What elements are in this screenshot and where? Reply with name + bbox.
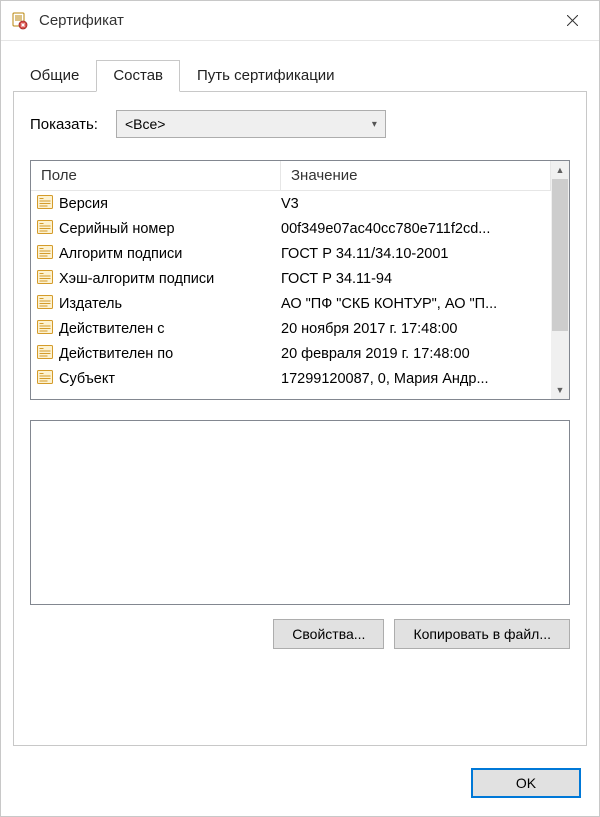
ok-button[interactable]: OK <box>471 768 581 798</box>
field-name: Версия <box>59 196 108 212</box>
list-row[interactable]: Хэш-алгоритм подписи ГОСТ Р 34.11-94 <box>31 266 551 291</box>
cell-field: Серийный номер <box>31 220 281 238</box>
chevron-down-icon: ▾ <box>372 119 377 130</box>
cell-value: АО "ПФ "СКБ КОНТУР", АО "П... <box>281 296 551 312</box>
tab-strip: Общие Состав Путь сертификации <box>13 59 587 92</box>
field-name: Действителен с <box>59 321 165 337</box>
field-row-icon <box>37 320 53 338</box>
field-name: Хэш-алгоритм подписи <box>59 271 214 287</box>
filter-row: Показать: <Все> ▾ <box>30 110 570 138</box>
scroll-thumb[interactable] <box>552 179 568 331</box>
scroll-down-button[interactable]: ▼ <box>551 381 569 399</box>
field-name: Издатель <box>59 296 122 312</box>
cell-field: Хэш-алгоритм подписи <box>31 270 281 288</box>
list-row[interactable]: Издатель АО "ПФ "СКБ КОНТУР", АО "П... <box>31 291 551 316</box>
field-row-icon <box>37 370 53 388</box>
window-title: Сертификат <box>39 12 549 29</box>
list-row[interactable]: Субъект 17299120087, 0, Мария Андр... <box>31 366 551 391</box>
cell-value: V3 <box>281 196 551 212</box>
tab-cert-path[interactable]: Путь сертификации <box>180 60 352 92</box>
field-row-icon <box>37 195 53 213</box>
field-row-icon <box>37 245 53 263</box>
field-row-icon <box>37 270 53 288</box>
field-name: Серийный номер <box>59 221 175 237</box>
cell-value: 00f349e07ac40cc780e711f2cd... <box>281 221 551 237</box>
field-row-icon <box>37 345 53 363</box>
certificate-dialog: Сертификат Общие Состав Путь сертификаци… <box>0 0 600 817</box>
cell-field: Версия <box>31 195 281 213</box>
col-header-value[interactable]: Значение <box>281 161 551 191</box>
copy-to-file-button[interactable]: Копировать в файл... <box>394 619 570 649</box>
filter-label: Показать: <box>30 116 98 133</box>
col-header-field[interactable]: Поле <box>31 161 281 191</box>
fields-listview: Поле Значение Версия V3 Серийный номер 00f3… <box>30 160 570 400</box>
scroll-up-button[interactable]: ▲ <box>551 161 569 179</box>
field-name: Субъект <box>59 371 115 387</box>
cell-field: Издатель <box>31 295 281 313</box>
field-name: Действителен по <box>59 346 173 362</box>
listview-body: Версия V3 Серийный номер 00f349e07ac40cc780… <box>31 191 551 399</box>
filter-select[interactable]: <Все> ▾ <box>116 110 386 138</box>
field-row-icon <box>37 220 53 238</box>
close-button[interactable] <box>549 5 595 37</box>
cell-field: Алгоритм подписи <box>31 245 281 263</box>
cell-field: Действителен по <box>31 345 281 363</box>
cell-value: ГОСТ Р 34.11/34.10-2001 <box>281 246 551 262</box>
button-row: Свойства... Копировать в файл... <box>30 619 570 649</box>
filter-value: <Все> <box>125 116 165 132</box>
cell-value: 17299120087, 0, Мария Андр... <box>281 371 551 387</box>
tab-general[interactable]: Общие <box>13 60 96 92</box>
cell-value: 20 февраля 2019 г. 17:48:00 <box>281 346 551 362</box>
certificate-icon <box>11 12 29 30</box>
cell-field: Действителен с <box>31 320 281 338</box>
dialog-footer: OK <box>1 756 599 816</box>
scroll-track[interactable] <box>551 179 569 381</box>
listview-header: Поле Значение <box>31 161 551 191</box>
titlebar: Сертификат <box>1 1 599 41</box>
properties-button[interactable]: Свойства... <box>273 619 384 649</box>
tab-details[interactable]: Состав <box>96 60 180 92</box>
cell-value: 20 ноября 2017 г. 17:48:00 <box>281 321 551 337</box>
list-row[interactable]: Алгоритм подписи ГОСТ Р 34.11/34.10-2001 <box>31 241 551 266</box>
cell-field: Субъект <box>31 370 281 388</box>
field-name: Алгоритм подписи <box>59 246 182 262</box>
list-row[interactable]: Действителен с 20 ноября 2017 г. 17:48:00 <box>31 316 551 341</box>
tabpane-details: Показать: <Все> ▾ Поле Значение Версия V3… <box>13 92 587 746</box>
content-area: Общие Состав Путь сертификации Показать:… <box>1 41 599 756</box>
detail-textarea[interactable] <box>30 420 570 605</box>
list-row[interactable]: Серийный номер 00f349e07ac40cc780e711f2cd… <box>31 216 551 241</box>
cell-value: ГОСТ Р 34.11-94 <box>281 271 551 287</box>
list-row[interactable]: Действителен по 20 февраля 2019 г. 17:48:… <box>31 341 551 366</box>
field-row-icon <box>37 295 53 313</box>
scrollbar[interactable]: ▲ ▼ <box>551 161 569 399</box>
list-row[interactable]: Версия V3 <box>31 191 551 216</box>
